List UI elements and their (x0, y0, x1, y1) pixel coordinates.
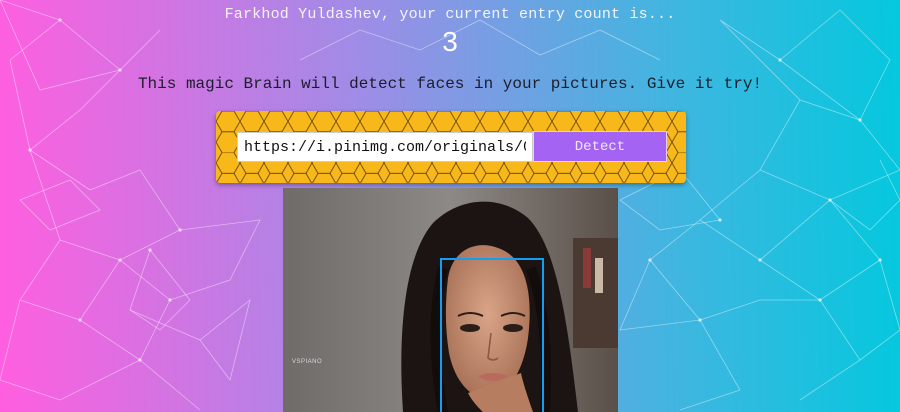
image-url-form: Detect (216, 111, 686, 183)
user-greeting: Farkhod Yuldashev, your current entry co… (224, 6, 676, 23)
uploaded-image: VSPIANO (283, 188, 618, 412)
entry-count: 3 (442, 26, 458, 57)
tagline: This magic Brain will detect faces in yo… (137, 75, 763, 93)
face-bounding-box (440, 258, 544, 412)
detect-button[interactable]: Detect (533, 131, 667, 162)
image-url-input[interactable] (237, 132, 533, 162)
photo-watermark: VSPIANO (292, 359, 323, 365)
